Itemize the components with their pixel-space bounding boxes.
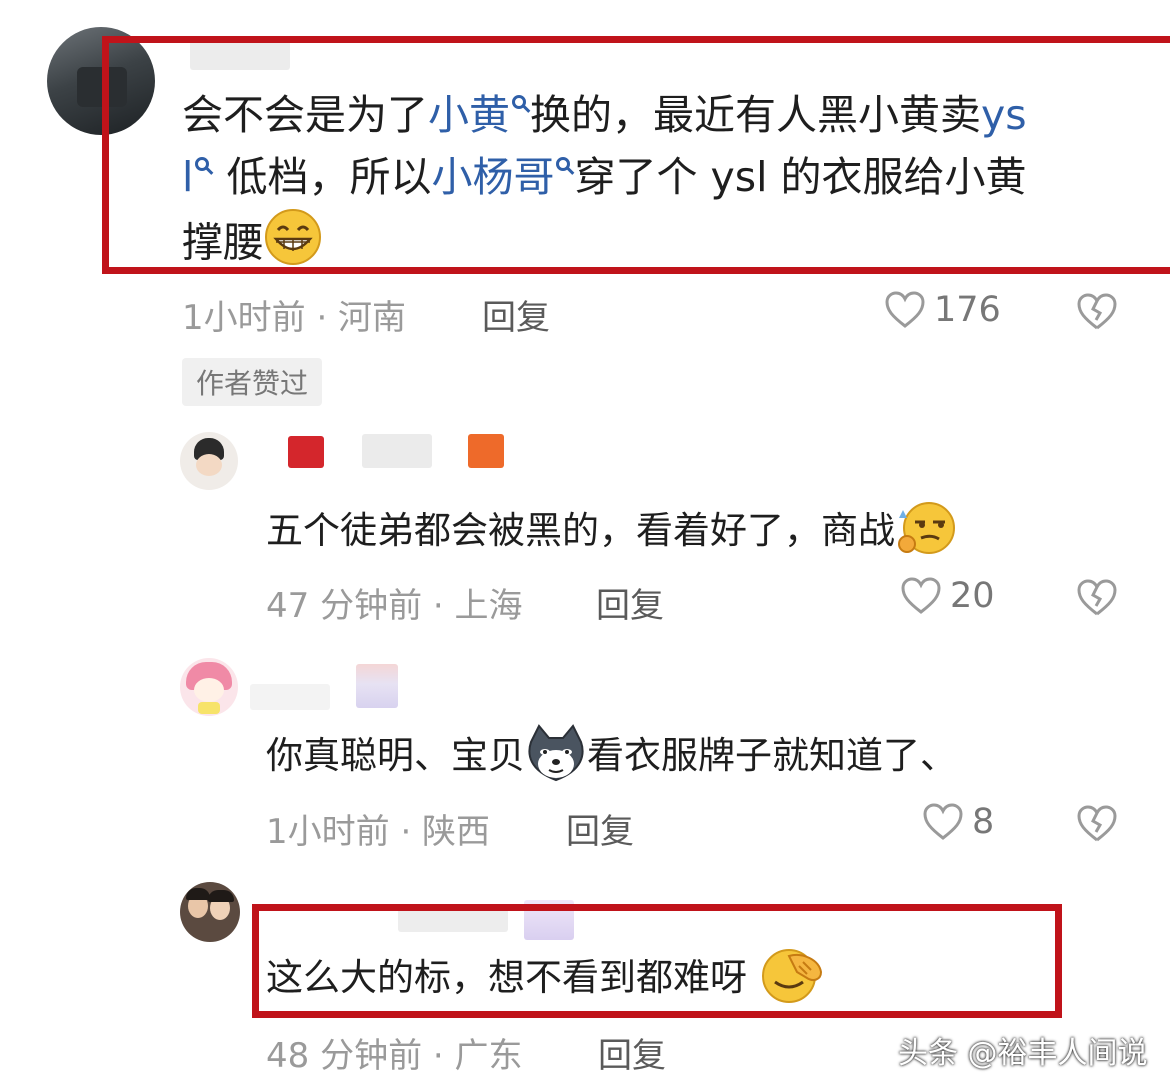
broken-heart-icon: [1077, 293, 1117, 330]
like-count: 8: [972, 802, 995, 842]
dislike-button[interactable]: [1076, 578, 1118, 618]
like-button[interactable]: 176: [884, 290, 1001, 330]
avatar-image-detail: [186, 888, 210, 900]
author-liked-badge: 作者赞过: [182, 358, 323, 406]
badge-blurred: [356, 664, 398, 708]
avatar[interactable]: [180, 882, 240, 942]
reply-text-content: 看衣服牌子就知道了、: [587, 734, 957, 777]
dislike-button[interactable]: [1076, 804, 1118, 844]
reply-time-location: 1小时前 · 陕西: [266, 812, 491, 852]
reply-button[interactable]: 回复: [482, 290, 550, 339]
avatar-image-detail: [194, 678, 224, 702]
reply-text-content: 你真聪明、宝贝: [266, 734, 525, 777]
like-count: 20: [950, 576, 995, 616]
watermark: 头条 @裕丰人间说: [898, 1036, 1148, 1071]
like-button[interactable]: 8: [922, 802, 994, 842]
badge-blurred: [468, 434, 504, 468]
like-count: 176: [934, 290, 1001, 330]
highlight-box: [252, 904, 1062, 1018]
like-button[interactable]: 20: [900, 576, 995, 616]
username-blurred: [288, 436, 324, 468]
highlight-box: [102, 36, 1170, 274]
heart-icon: [922, 802, 964, 842]
avatar-image-detail: [208, 890, 234, 902]
username-blurred: [362, 434, 432, 468]
reply-text: 你真聪明、宝贝 看衣服牌子就知道了、: [266, 724, 957, 791]
reply-text: 五个徒弟都会被黑的，看着好了，商战: [266, 500, 957, 565]
avatar[interactable]: [180, 432, 238, 490]
heart-icon: [900, 576, 942, 616]
broken-heart-icon: [1077, 805, 1117, 842]
reply-time-location: 48 分钟前 · 广东: [266, 1036, 523, 1076]
username-blurred: [250, 684, 330, 710]
smirk-emoji-icon: [895, 500, 957, 565]
reply-button[interactable]: 回复: [596, 578, 664, 627]
dislike-button[interactable]: [1076, 292, 1118, 332]
reply-text-content: 五个徒弟都会被黑的，看着好了，商战: [266, 509, 895, 552]
comment-time-location: 1小时前 · 河南: [182, 298, 407, 338]
reply-button[interactable]: 回复: [566, 804, 634, 853]
doge-emoji-icon: [525, 724, 587, 791]
avatar[interactable]: [180, 658, 238, 716]
heart-icon: [884, 290, 926, 330]
avatar-image-detail: [196, 454, 222, 476]
avatar-image-detail: [198, 702, 220, 714]
reply-button[interactable]: 回复: [598, 1028, 666, 1077]
broken-heart-icon: [1077, 579, 1117, 616]
reply-time-location: 47 分钟前 · 上海: [266, 586, 523, 626]
